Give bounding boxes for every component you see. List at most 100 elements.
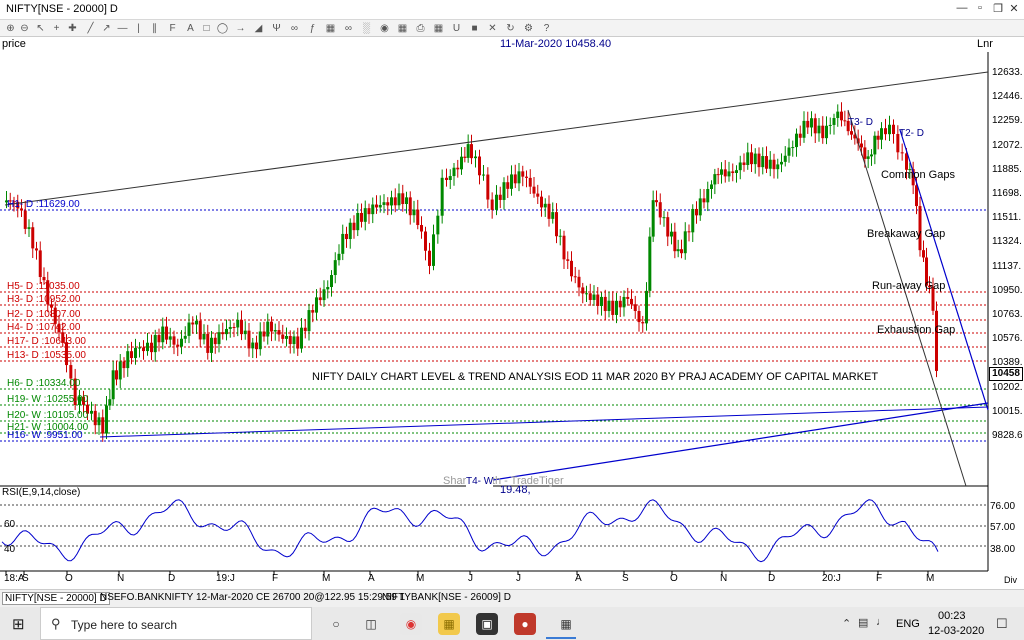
bullish-candle (866, 156, 870, 159)
close-icon[interactable]: ✕ (1006, 2, 1022, 15)
chrome-icon[interactable]: ◉ (400, 613, 422, 635)
rsi-right-tick: 76.00 (990, 501, 1016, 512)
ellipse-tool-icon[interactable]: ◯ (216, 22, 229, 35)
text-tool-icon[interactable]: A (184, 22, 197, 35)
zoom-in-icon[interactable]: ⊕ (4, 22, 17, 35)
bearish-candle (655, 200, 658, 203)
bearish-candle (570, 260, 573, 277)
level-label: H20- W :10105.00 (7, 410, 89, 421)
settings-icon[interactable]: ⚙ (522, 22, 535, 35)
pitchfork-tool-icon[interactable]: Ψ (270, 22, 283, 35)
bearish-candle (213, 337, 217, 345)
bearish-candle (618, 300, 622, 308)
tab-banknifty-option[interactable]: NSEFO.BANKNIFTY 12-Mar-2020 CE 26700 20@… (100, 592, 405, 603)
bearish-candle (666, 217, 670, 237)
tab-niftybank[interactable]: NIFTYBANK[NSE - 26009] D (382, 592, 511, 603)
bearish-candle (270, 321, 273, 332)
maximize-icon[interactable]: ▫ (972, 2, 988, 14)
clock-date[interactable]: 12-03-2020 (928, 625, 984, 637)
bearish-candle (772, 159, 776, 170)
cortana-icon[interactable]: ○ (325, 613, 347, 635)
vline-tool-icon[interactable]: | (132, 22, 145, 35)
clock-time[interactable]: 00:23 (938, 610, 966, 622)
bearish-candle (130, 351, 133, 359)
tab-nifty[interactable]: NIFTY[NSE - 20000] D (2, 592, 110, 605)
bullish-candle (138, 347, 141, 349)
bullish-candle (382, 202, 386, 205)
bearish-candle (573, 276, 577, 278)
volume-icon[interactable]: ♩ (876, 616, 887, 628)
cursor-icon[interactable]: ↖ (34, 22, 47, 35)
refresh-icon[interactable]: ↻ (504, 22, 517, 35)
language-indicator[interactable]: ENG (896, 618, 920, 630)
line-tool-icon[interactable]: ╱ (84, 22, 97, 35)
bullish-candle (776, 164, 780, 170)
pan-icon[interactable]: ✚ (66, 22, 79, 35)
save-icon[interactable]: ▦ (432, 22, 445, 35)
zoom-out-icon[interactable]: ⊖ (18, 22, 31, 35)
print-icon[interactable]: ⎙ (414, 22, 427, 35)
bearish-candle (247, 330, 251, 349)
chart-type-icon[interactable]: ░ (360, 22, 373, 35)
fib-tool-icon[interactable]: F (166, 22, 179, 35)
active-app-indicator (546, 637, 576, 639)
color-icon[interactable]: ◉ (378, 22, 391, 35)
delete-icon[interactable]: ✕ (486, 22, 499, 35)
bearish-candle (232, 326, 236, 328)
tray-chevron-icon[interactable]: ⌃ (842, 617, 851, 630)
bearish-candle (198, 320, 202, 340)
bullish-candle (791, 147, 795, 149)
bullish-candle (322, 289, 326, 301)
restore-icon[interactable]: ❐ (990, 2, 1006, 15)
bearish-candle (750, 152, 753, 165)
file-explorer-icon[interactable]: ▦ (438, 613, 460, 635)
div-label[interactable]: Div (1004, 575, 1017, 585)
task-view-icon[interactable]: ◫ (360, 613, 382, 635)
bearish-candle (408, 197, 412, 216)
app-icon[interactable]: ▦ (555, 613, 577, 635)
minimize-icon[interactable]: — (954, 2, 970, 14)
template-icon[interactable]: ▦ (324, 22, 337, 35)
arrow-tool-icon[interactable]: → (234, 22, 247, 35)
level-label: H5- D :11035.00 (7, 281, 80, 292)
channel-tool-icon[interactable]: ∥ (148, 22, 161, 35)
store-icon[interactable]: ▣ (476, 613, 498, 635)
crosshair-icon[interactable]: + (50, 22, 63, 35)
rect-tool-icon[interactable]: □ (200, 22, 213, 35)
bearish-candle (687, 231, 691, 233)
bullish-candle (495, 194, 498, 210)
grid-icon[interactable]: ▦ (396, 22, 409, 35)
bearish-candle (860, 143, 863, 148)
windows-start-icon[interactable]: ⊞ (12, 615, 25, 633)
magnet-icon[interactable]: U (450, 22, 463, 35)
bearish-candle (935, 310, 938, 371)
network-icon[interactable]: ▤ (858, 616, 868, 629)
bullish-candle (662, 217, 666, 219)
lock-icon[interactable]: ■ (468, 22, 481, 35)
x-tick-label: D (768, 573, 776, 584)
indicator-icon[interactable]: ƒ (306, 22, 319, 35)
hline-tool-icon[interactable]: — (116, 22, 129, 35)
bearish-candle (206, 333, 210, 353)
y-tick-label: 9828.6 (992, 430, 1023, 441)
cycle-tool-icon[interactable]: ∞ (288, 22, 301, 35)
search-box[interactable]: ⚲ Type here to search (40, 607, 312, 640)
t2-label: T2- D (899, 128, 924, 139)
link-icon[interactable]: ∞ (342, 22, 355, 35)
bearish-candle (513, 174, 517, 184)
bullish-candle (440, 177, 444, 216)
bearish-candle (478, 156, 481, 176)
y-tick-label: 11511. (992, 212, 1022, 224)
bearish-candle (150, 342, 153, 353)
tradetiger-icon[interactable]: ● (514, 613, 536, 635)
bullish-candle (307, 310, 311, 332)
ray-tool-icon[interactable]: ↗ (100, 22, 113, 35)
notification-icon[interactable]: ☐ (996, 616, 1008, 632)
help-icon[interactable]: ? (540, 22, 553, 35)
bullish-candle (180, 338, 183, 347)
bullish-candle (236, 319, 240, 328)
level-label: H19- W :10255.00 (7, 394, 89, 405)
bullish-candle (378, 204, 382, 208)
y-tick-label: 11324. (992, 236, 1022, 248)
gann-tool-icon[interactable]: ◢ (252, 22, 265, 35)
